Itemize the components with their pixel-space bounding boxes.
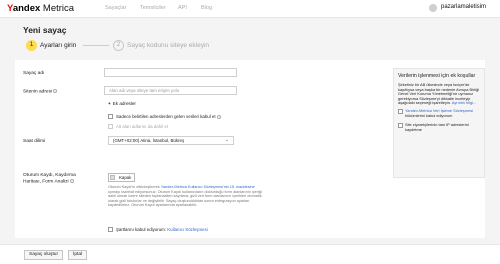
user-avatar[interactable]	[429, 4, 437, 12]
step-1-number: 1	[26, 40, 37, 51]
username[interactable]: pazarlamaletisim	[441, 4, 486, 10]
toggle-knob	[110, 175, 115, 180]
data-processing-panel: Verilerin işlenmesi için ek koşullar Şir…	[393, 68, 485, 178]
full-ip-checkbox[interactable]	[398, 123, 403, 129]
create-counter-button[interactable]: Sayaç oluştur	[24, 250, 64, 260]
info-icon[interactable]	[216, 114, 221, 119]
dpa-label: hükümlerini kabul ediyorum	[405, 112, 453, 118]
session-recording-label: Oturum Kaydı, Kaydırma Haritası, Form An…	[23, 173, 76, 185]
cancel-button[interactable]: İptal	[68, 250, 88, 260]
nav-counters[interactable]: Sayaçlar	[105, 5, 126, 11]
page-title: Yeni sayaç	[23, 25, 67, 35]
nav-representatives[interactable]: Temsilciler	[140, 5, 166, 11]
all-subdomains-checkbox[interactable]	[108, 124, 113, 129]
top-bar: Yandex Metrica Sayaçlar Temsilciler API …	[0, 0, 500, 18]
accept-terms-label: Şartlarını kabul ediyorum: Kullanıcı Söz…	[116, 227, 208, 232]
panel-text: Şirketiniz bir AB ülkesinde veya İsviçre…	[398, 82, 480, 106]
info-icon[interactable]	[53, 89, 58, 93]
info-icon[interactable]	[69, 179, 74, 183]
session-recording-toggle[interactable]: Kapalı	[108, 173, 135, 182]
full-ip-label: Site ziyaretçilerinin tam IP adreslerini…	[405, 122, 469, 132]
dpa-checkbox-row: Yandex.Metrica Veri İşleme Sözleşmesi hü…	[398, 108, 480, 118]
step-2-label: Sayaç kodunu siteye ekleyin	[127, 42, 210, 49]
footer-bar: Sayaç oluştur İptal	[0, 244, 500, 264]
only-from-addresses-checkbox[interactable]	[108, 114, 113, 119]
logo-metrica: Metrica	[42, 3, 75, 14]
timezone-label: Saat dilimi	[23, 139, 46, 144]
toggle-label: Kapalı	[119, 175, 132, 180]
user-agreement-link[interactable]: Kullanıcı Sözleşmesi	[167, 227, 208, 232]
ip-checkbox-row: Site ziyaretçilerinin tam IP adreslerini…	[398, 122, 480, 132]
session-recording-description: Oturum Kaydı'nı etkinleştirerek Yandex.M…	[108, 185, 262, 208]
nav-api[interactable]: API	[178, 5, 187, 11]
logo-yandex: andex	[12, 3, 41, 14]
accept-terms-checkbox[interactable]	[108, 227, 113, 232]
counter-name-label: Sayaç adı	[23, 71, 45, 76]
chevron-down-icon: ⌄	[224, 137, 229, 143]
yandex-metrica-logo[interactable]: Yandex Metrica	[7, 3, 74, 14]
site-address-label: Sitenin adresi	[23, 89, 58, 94]
nav-blog[interactable]: Blog	[201, 5, 212, 11]
user-agreement-article-link[interactable]: Yandex.Metrica Kullanıcı Sözleşmesi'nin …	[161, 185, 255, 189]
details-link[interactable]: Ayrıntılı bilgi...	[452, 100, 476, 106]
panel-title: Verilerin işlenmesi için ek koşullar	[398, 73, 476, 79]
site-address-input[interactable]: Alan adı veya siteye tam erişim yolu	[104, 86, 237, 95]
all-subdomains-label: Alt alan adlarını da dahil et	[116, 124, 168, 129]
only-from-addresses-label: Sadece belirtilen adreslerden gelen veri…	[116, 114, 221, 119]
add-addresses-link[interactable]: + Ek adresler	[108, 101, 136, 106]
dpa-checkbox[interactable]	[398, 108, 403, 114]
step-2-number: 2	[113, 40, 124, 51]
timezone-select[interactable]: (GMT+02:00) Atina, İstanbul, Bükreş ⌄	[108, 136, 234, 145]
step-1-label: Ayarları girin	[40, 42, 77, 49]
step-connector	[83, 45, 109, 46]
plus-icon: +	[108, 101, 111, 106]
counter-name-input[interactable]	[104, 68, 237, 77]
